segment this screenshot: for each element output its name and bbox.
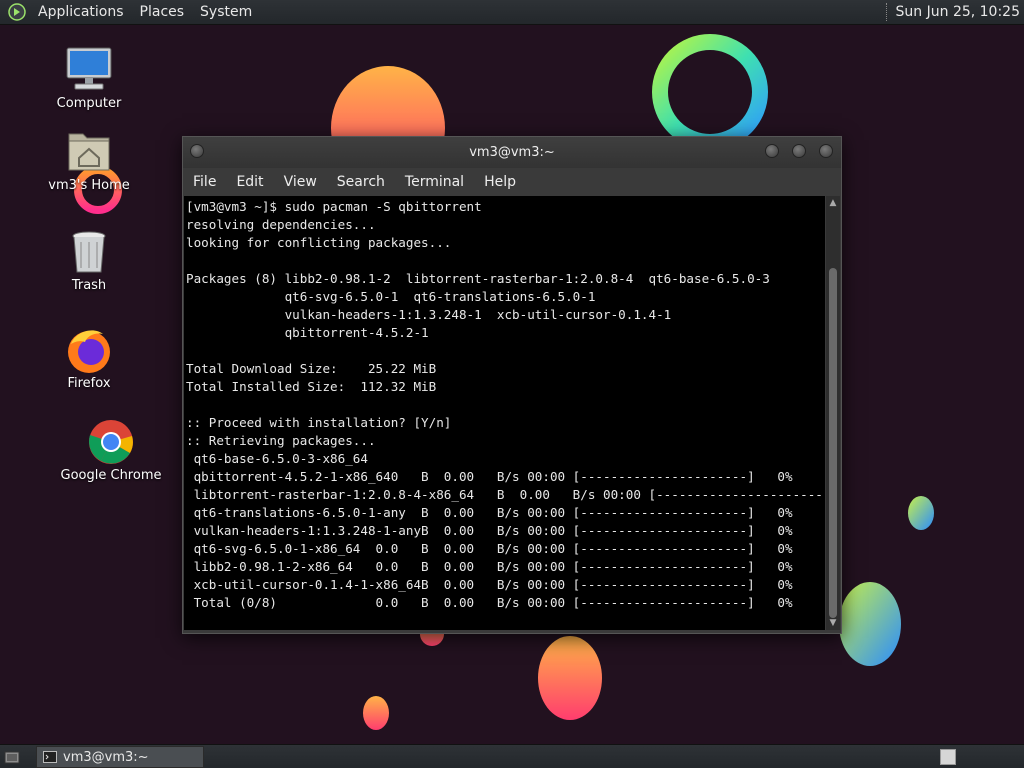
menu-edit[interactable]: Edit [226, 169, 273, 196]
distro-logo-icon[interactable] [8, 3, 26, 21]
show-desktop-icon[interactable] [4, 749, 20, 765]
firefox-icon [68, 330, 110, 373]
desktop-icon-label: vm3's Home [48, 178, 130, 193]
taskbar-item-terminal[interactable]: vm3@vm3:~ [36, 746, 204, 768]
menu-file[interactable]: File [183, 169, 226, 196]
menu-terminal[interactable]: Terminal [395, 169, 474, 196]
menu-help[interactable]: Help [474, 169, 526, 196]
terminal-titlebar[interactable]: vm3@vm3:~ [183, 137, 841, 168]
terminal-scrollbar[interactable]: ▲ ▼ [826, 196, 840, 630]
terminal-output: [vm3@vm3 ~]$ sudo pacman -S qbittorrent … [186, 199, 825, 610]
chrome-icon [89, 420, 133, 464]
scroll-down-icon[interactable]: ▼ [828, 618, 838, 628]
desktop-icon-chrome[interactable]: Google Chrome [51, 418, 171, 484]
clock-area: Sun Jun 25, 10:25 [885, 0, 1024, 24]
desktop-icon-home[interactable]: vm3's Home [29, 128, 149, 194]
desktop-icon-label: Trash [71, 278, 107, 293]
terminal-menubar: File Edit View Search Terminal Help [183, 169, 841, 196]
desktop-icon-trash[interactable]: Trash [29, 228, 149, 294]
trash-icon [72, 231, 106, 273]
desktop-icon-label: Computer [56, 96, 122, 111]
terminal-icon [43, 751, 57, 763]
scrollbar-thumb[interactable] [829, 268, 837, 618]
scroll-up-icon[interactable]: ▲ [828, 198, 838, 208]
window-title: vm3@vm3:~ [469, 145, 555, 160]
desktop-icon-computer[interactable]: Computer [29, 46, 149, 112]
terminal-window[interactable]: vm3@vm3:~ File Edit View Search Terminal… [182, 136, 842, 634]
system-menu[interactable]: System [192, 0, 260, 24]
desktop: Applications Places System Sun Jun 25, 1… [0, 0, 1024, 768]
terminal-output-area[interactable]: [vm3@vm3 ~]$ sudo pacman -S qbittorrent … [184, 196, 825, 630]
minimize-button[interactable] [765, 144, 779, 158]
applications-menu[interactable]: Applications [30, 0, 132, 24]
desktop-icon-firefox[interactable]: Firefox [29, 326, 149, 392]
workspace-switcher[interactable] [940, 749, 956, 765]
clock[interactable]: Sun Jun 25, 10:25 [896, 4, 1020, 20]
menu-search[interactable]: Search [327, 169, 395, 196]
menu-view[interactable]: View [274, 169, 327, 196]
places-menu[interactable]: Places [132, 0, 193, 24]
panel-separator [885, 3, 888, 21]
close-button[interactable] [819, 144, 833, 158]
desktop-icon-label: Firefox [67, 376, 111, 391]
computer-icon [66, 47, 112, 90]
maximize-button[interactable] [792, 144, 806, 158]
bottom-panel: vm3@vm3:~ [0, 744, 1024, 768]
desktop-icon-label: Google Chrome [60, 468, 162, 483]
taskbar-item-label: vm3@vm3:~ [63, 749, 149, 765]
top-panel: Applications Places System Sun Jun 25, 1… [0, 0, 1024, 25]
home-folder-icon [68, 133, 110, 171]
